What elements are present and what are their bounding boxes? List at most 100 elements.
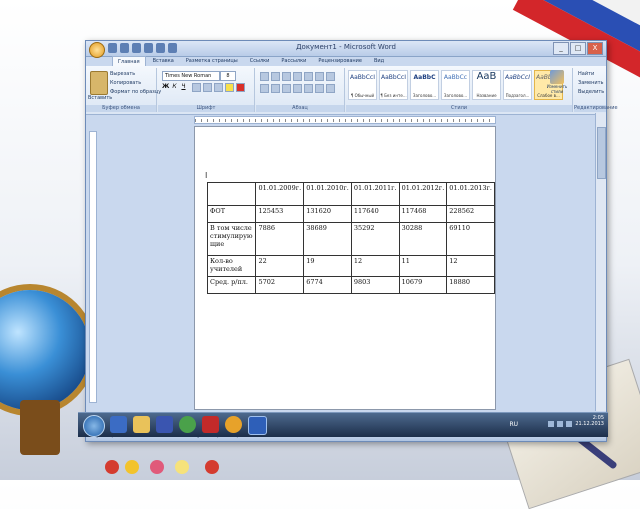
- tab-mailings[interactable]: Рассылки: [276, 56, 311, 66]
- justify-icon[interactable]: [293, 84, 302, 93]
- font-tools-row: [192, 83, 245, 92]
- style-subtitle[interactable]: AaBbCcI Подзагол...: [503, 70, 532, 100]
- editing-group: Найти Заменить Выделить Редактирование: [574, 68, 618, 112]
- align-right-icon[interactable]: [282, 84, 291, 93]
- app-a-icon[interactable]: [179, 416, 196, 433]
- sort-icon[interactable]: [315, 72, 324, 81]
- font-size-input[interactable]: 8: [220, 71, 236, 81]
- floppy-save-icon[interactable]: [156, 416, 173, 433]
- print-icon[interactable]: [144, 43, 153, 53]
- table-header-cell: 01.01.2009г.: [255, 182, 305, 206]
- highlight-icon[interactable]: [225, 83, 234, 92]
- style-heading-2[interactable]: AaBbCc Заголово...: [441, 70, 470, 100]
- minimize-button[interactable]: _: [553, 42, 569, 55]
- tab-page-layout[interactable]: Разметка страницы: [181, 56, 243, 66]
- table-row: ФОТ 125453 131620 117640 117468 228562: [206, 205, 495, 223]
- network-icon[interactable]: [548, 421, 554, 427]
- table-cell: 117640: [350, 205, 400, 223]
- tab-home[interactable]: Главная: [112, 56, 146, 66]
- borders-icon[interactable]: [326, 84, 335, 93]
- subscript-icon[interactable]: [203, 83, 212, 92]
- replace-button[interactable]: Заменить: [578, 80, 604, 86]
- list-tools-row: [260, 72, 335, 81]
- quick-access-toolbar: [108, 43, 177, 53]
- italic-button[interactable]: К: [171, 83, 178, 90]
- table-cell: 35292: [350, 222, 400, 256]
- table-cell: 22: [255, 255, 305, 277]
- tab-insert[interactable]: Вставка: [148, 56, 179, 66]
- style-normal[interactable]: AaBbCcI ¶ Обычный: [348, 70, 377, 100]
- save-icon[interactable]: [108, 43, 117, 53]
- increase-indent-icon[interactable]: [304, 72, 313, 81]
- explorer-icon[interactable]: [110, 416, 127, 433]
- clock[interactable]: 2:05 21.12.2013: [575, 415, 604, 427]
- start-button[interactable]: [83, 415, 105, 437]
- vertical-ruler[interactable]: [89, 131, 97, 403]
- word-taskbar-icon[interactable]: [248, 416, 267, 435]
- select-button[interactable]: Выделить: [578, 89, 604, 95]
- volume-icon[interactable]: [557, 421, 563, 427]
- font-color-icon[interactable]: [236, 83, 245, 92]
- chrome-icon[interactable]: [225, 416, 242, 433]
- flowers-decoration: [95, 450, 255, 480]
- table-row-label: Сред. р/пл.: [206, 276, 257, 294]
- scrollbar-thumb[interactable]: [597, 127, 606, 179]
- cut-button[interactable]: Вырезать: [110, 71, 135, 77]
- shading-icon[interactable]: [315, 84, 324, 93]
- align-center-icon[interactable]: [271, 84, 280, 93]
- horizontal-ruler[interactable]: [194, 116, 496, 124]
- undo-icon[interactable]: [120, 43, 129, 53]
- change-styles-label: Изменить стили: [546, 84, 568, 94]
- table-cell: 12: [350, 255, 400, 277]
- style-sample: AaBbCcI: [381, 74, 406, 81]
- align-left-icon[interactable]: [260, 84, 269, 93]
- folder-icon[interactable]: [133, 416, 150, 433]
- spelling-icon[interactable]: [168, 43, 177, 53]
- table-cell: 30288: [398, 222, 448, 256]
- style-name: ¶ Обычный: [350, 93, 375, 98]
- maximize-button[interactable]: □: [570, 42, 586, 55]
- style-title[interactable]: AaB Название: [472, 70, 501, 100]
- table-header-row: 01.01.2009г. 01.01.2010г. 01.01.2011г. 0…: [206, 182, 495, 206]
- show-marks-icon[interactable]: [326, 72, 335, 81]
- preview-icon[interactable]: [156, 43, 165, 53]
- find-button[interactable]: Найти: [578, 71, 594, 77]
- table-cell: [206, 182, 257, 206]
- format-painter-button[interactable]: Формат по образцу: [110, 89, 161, 95]
- bold-button[interactable]: Ж: [162, 83, 169, 90]
- globe-decoration: [0, 290, 90, 410]
- redo-icon[interactable]: [132, 43, 141, 53]
- language-tray[interactable]: RU: [509, 421, 518, 428]
- decrease-indent-icon[interactable]: [293, 72, 302, 81]
- table-cell: 18880: [446, 276, 495, 294]
- line-spacing-icon[interactable]: [304, 84, 313, 93]
- tab-review[interactable]: Рецензирование: [313, 56, 367, 66]
- vertical-scrollbar[interactable]: [595, 113, 606, 411]
- superscript-icon[interactable]: [214, 83, 223, 92]
- tab-view[interactable]: Вид: [369, 56, 389, 66]
- paste-button[interactable]: [90, 71, 108, 95]
- bullets-icon[interactable]: [260, 72, 269, 81]
- close-button[interactable]: X: [587, 42, 603, 55]
- table-cell: 6774: [303, 276, 352, 294]
- flag-icon[interactable]: [566, 421, 572, 427]
- multilevel-list-icon[interactable]: [282, 72, 291, 81]
- style-no-spacing[interactable]: AaBbCcI ¶ Без инте...: [379, 70, 408, 100]
- k-app-icon[interactable]: [202, 416, 219, 433]
- table-row: В том числе стимулирую щие 7886 38689 35…: [206, 222, 495, 256]
- editing-group-label: Редактирование: [574, 105, 618, 112]
- table-cell: 131620: [303, 205, 352, 223]
- copy-button[interactable]: Копировать: [110, 80, 141, 86]
- strikethrough-icon[interactable]: [192, 83, 201, 92]
- table-row-label: Кол-во учителей: [206, 255, 257, 277]
- table-cell: 19: [303, 255, 352, 277]
- tab-references[interactable]: Ссылки: [245, 56, 275, 66]
- document-page[interactable]: I 01.01.2009г. 01.01.2010г. 01.01.2011г.…: [194, 126, 496, 410]
- font-name-input[interactable]: Times New Roman: [162, 71, 220, 81]
- underline-button[interactable]: Ч: [180, 83, 187, 90]
- numbering-icon[interactable]: [271, 72, 280, 81]
- table-cell: 10679: [398, 276, 448, 294]
- change-styles-button[interactable]: Изменить стили: [546, 70, 568, 100]
- paragraph-group-label: Абзац: [256, 105, 344, 112]
- style-heading-1[interactable]: AaBbC Заголово...: [410, 70, 439, 100]
